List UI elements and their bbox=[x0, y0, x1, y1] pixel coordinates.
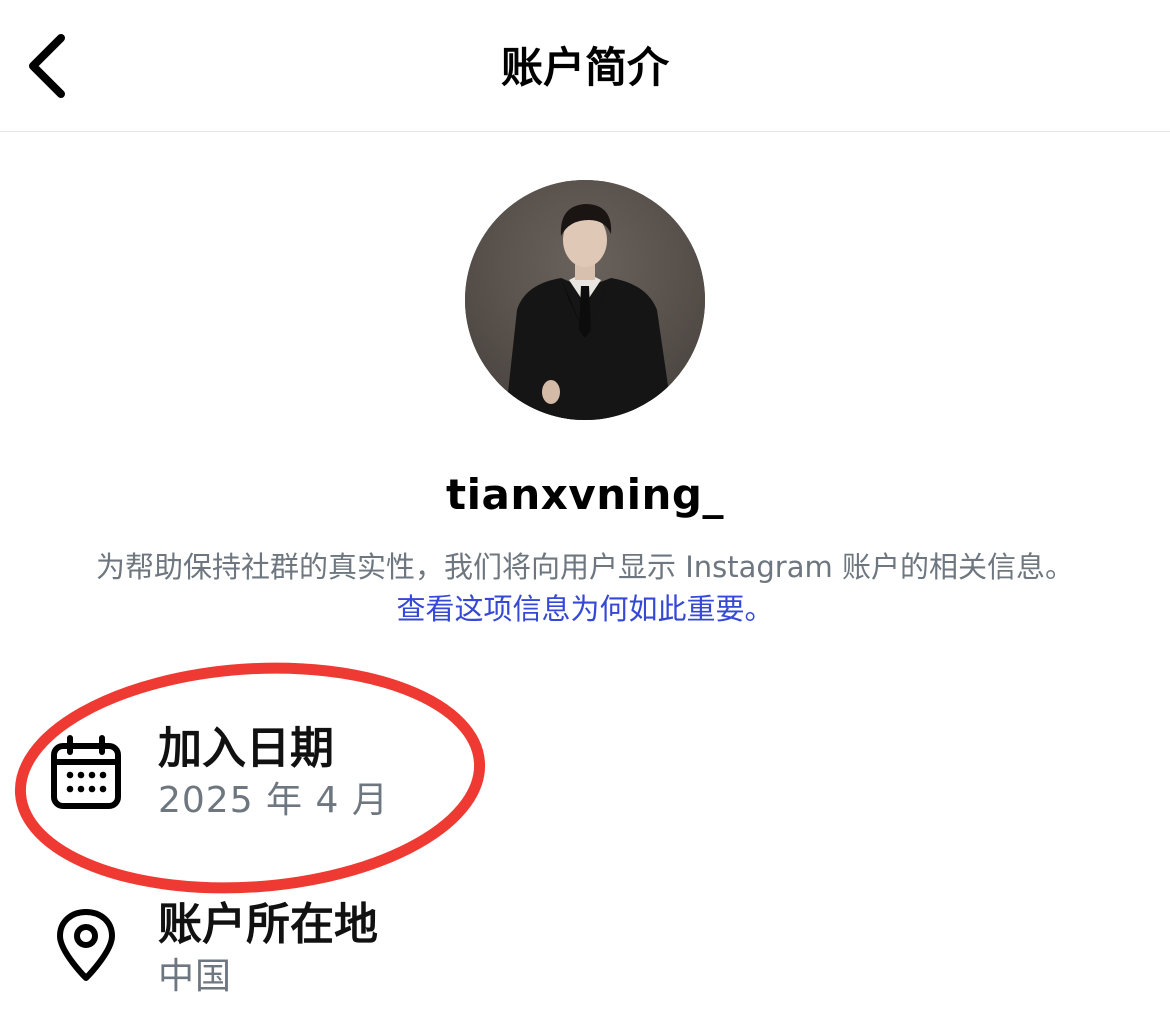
username: tianxvning_ bbox=[446, 470, 724, 519]
date-joined-label: 加入日期 bbox=[158, 723, 334, 774]
profile-photo bbox=[465, 180, 705, 420]
notice-text: 为帮助保持社群的真实性，我们将向用户显示 Instagram 账户的相关信息。 bbox=[96, 550, 1074, 584]
authenticity-notice: 为帮助保持社群的真实性，我们将向用户显示 Instagram 账户的相关信息。查… bbox=[90, 546, 1080, 630]
account-location-value: 中国 bbox=[158, 956, 233, 997]
account-location-label: 账户所在地 bbox=[158, 899, 378, 950]
account-about-screen: 账户简介 tianxvning_ 为帮助保持社群的真实性，我们将向用户显示 In… bbox=[0, 0, 1170, 1028]
avatar[interactable] bbox=[465, 180, 705, 420]
top-navigation-bar: 账户简介 bbox=[0, 0, 1170, 132]
date-joined-row: 加入日期 2025 年 4 月 bbox=[0, 712, 700, 822]
calendar-icon bbox=[46, 734, 126, 814]
location-pin-icon bbox=[46, 906, 126, 986]
page-title: 账户简介 bbox=[500, 43, 669, 92]
account-location-row: 账户所在地 中国 bbox=[0, 888, 700, 998]
date-joined-value: 2025 年 4 月 bbox=[158, 780, 389, 821]
learn-more-link[interactable]: 查看这项信息为何如此重要。 bbox=[396, 592, 773, 626]
